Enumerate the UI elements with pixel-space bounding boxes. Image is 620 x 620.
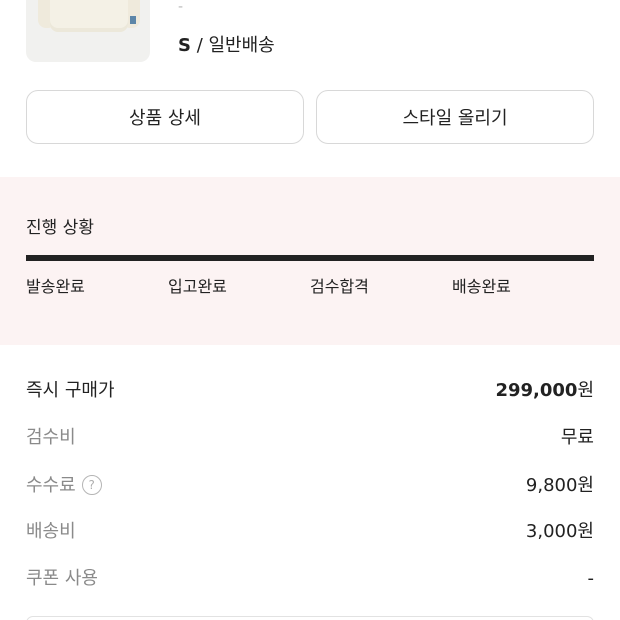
delivery-type: 일반배송	[208, 35, 275, 56]
option-separator: /	[190, 35, 209, 56]
instant-price-row: 즉시 구매가 299,000원	[26, 376, 594, 406]
help-icon[interactable]: ?	[81, 475, 102, 495]
upload-style-button[interactable]: 스타일 올리기	[316, 90, 594, 144]
shipping-fee-value: 3,000원	[525, 521, 594, 542]
sweater-tag	[130, 16, 136, 24]
coupon-row[interactable]: 쿠폰 사용 -	[26, 564, 594, 594]
commission-value: 9,800원	[525, 475, 594, 496]
option-dash: -	[178, 0, 184, 15]
product-option: S / 일반배송	[178, 34, 275, 58]
progress-section: 진행 상황 발송완료 입고완료 검수합격 배송완료	[0, 177, 620, 345]
inspection-fee-label: 검수비	[26, 427, 76, 448]
product-detail-button[interactable]: 상품 상세	[26, 90, 304, 144]
instant-price-amount: 299,000	[495, 380, 578, 401]
coupon-label: 쿠폰 사용	[26, 568, 98, 589]
commission-label-wrap: 수수료?	[26, 471, 102, 501]
coupon-value: -	[587, 568, 595, 589]
inspection-fee-row: 검수비 무료	[26, 423, 594, 453]
sweater-body	[50, 0, 128, 32]
product-size: S	[178, 35, 191, 56]
instant-price-value: 299,000원	[495, 376, 594, 406]
commission-label: 수수료	[26, 475, 76, 496]
instant-price-label: 즉시 구매가	[26, 380, 115, 401]
shipping-fee-row: 배송비 3,000원	[26, 517, 594, 547]
step-shipped: 발송완료	[26, 277, 85, 296]
commission-row: 수수료? 9,800원	[26, 471, 594, 501]
shipping-fee-label: 배송비	[26, 521, 76, 542]
instant-price-unit: 원	[577, 380, 594, 401]
step-delivered: 배송완료	[452, 277, 511, 296]
next-card-edge	[26, 616, 594, 620]
progress-title: 진행 상황	[26, 218, 94, 238]
inspection-fee-value: 무료	[560, 427, 594, 448]
progress-bar	[26, 255, 594, 261]
step-received: 입고완료	[168, 277, 227, 296]
product-thumbnail[interactable]	[26, 0, 150, 62]
step-inspection-passed: 검수합격	[310, 277, 369, 296]
